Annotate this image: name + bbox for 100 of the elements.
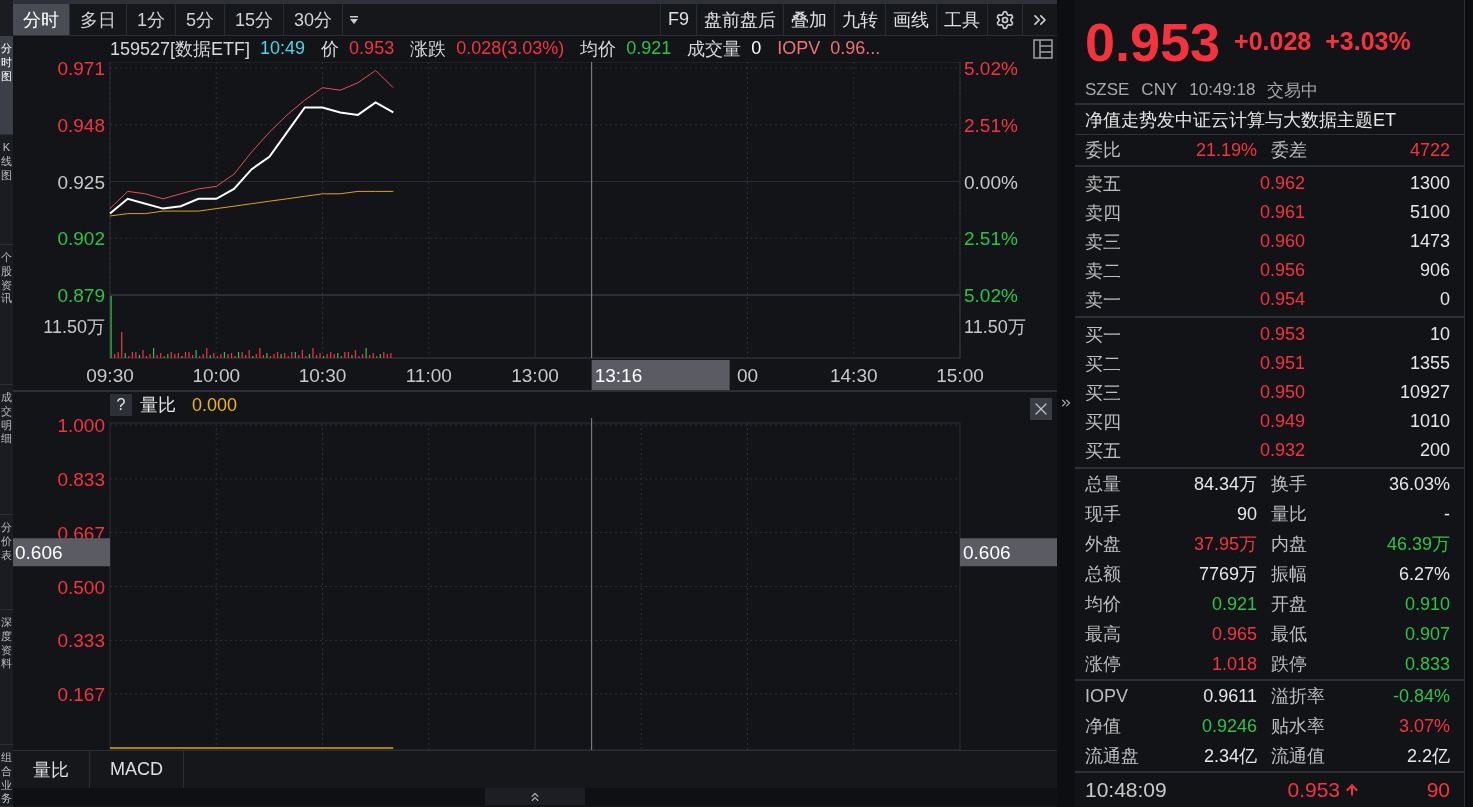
stat-value: 3.07% (1397, 715, 1450, 737)
info-label: 均价 (580, 37, 617, 61)
stat-value: 2.34亿 (1202, 745, 1257, 768)
order-volume: 1010 (1408, 411, 1450, 432)
order-label: 买五 (1084, 439, 1122, 463)
stat-value: 37.95万 (1192, 533, 1257, 556)
stat-label: 总额 (1084, 563, 1122, 586)
period-tab[interactable]: 多日 (70, 4, 127, 35)
layout-icon[interactable] (1033, 39, 1053, 59)
order-price: 0.953 (1258, 324, 1305, 345)
period-tab[interactable]: 1分 (127, 4, 176, 35)
stat-value: 0.907 (1403, 623, 1450, 645)
axis-label: 0.00% (964, 171, 1018, 193)
order-price: 0.954 (1258, 289, 1305, 310)
axis-label: 15:00 (936, 364, 984, 386)
stat-label: 外盘 (1084, 533, 1122, 556)
axis-label: 09:30 (86, 364, 134, 386)
last-price: 0.953 (1084, 10, 1221, 73)
order-volume: 0 (1439, 289, 1450, 310)
arrow-up-icon (1344, 782, 1360, 798)
info-value: 159527[数据ETF] (110, 37, 251, 61)
crosshair-value-label: 0.606 (960, 538, 1057, 567)
axis-label: 14:30 (830, 364, 878, 386)
stat-label: 涨停 (1084, 653, 1122, 676)
axis-label: 1.000 (57, 418, 105, 436)
order-label: 买四 (1084, 410, 1122, 434)
stat-value: 1.018 (1210, 653, 1257, 675)
period-tab[interactable]: 15分 (225, 4, 285, 35)
stat-value: 36.03% (1387, 473, 1450, 495)
order-price: 0.932 (1258, 440, 1305, 461)
order-label: 卖三 (1084, 230, 1122, 254)
stat-label: 内盘 (1269, 533, 1308, 556)
axis-label: 0.833 (57, 468, 105, 490)
toolbar-button[interactable]: 画线 (885, 4, 936, 35)
stat-label: 最低 (1269, 623, 1308, 646)
order-label: 卖一 (1084, 288, 1122, 312)
order-price: 0.950 (1258, 382, 1305, 403)
axis-label: 10:30 (298, 364, 347, 386)
toolbar-button[interactable]: F9 (660, 4, 696, 35)
stat-label: 最高 (1084, 623, 1122, 646)
period-tab[interactable]: 30分 (284, 4, 344, 35)
order-price: 0.951 (1258, 353, 1305, 374)
quote-meta: 交易中 (1267, 79, 1319, 102)
axis-label: 11.50万 (964, 316, 1026, 337)
toolbar-button[interactable]: 盘前盘后 (696, 4, 783, 35)
trade-volume: 90 (1425, 778, 1450, 802)
info-value: 0.96... (830, 38, 881, 60)
stat-value: 0.9611 (1202, 685, 1257, 707)
order-label: 买二 (1084, 352, 1122, 376)
period-tab[interactable]: 5分 (176, 4, 226, 35)
stat-value: 90 (1235, 503, 1257, 525)
order-volume: 10 (1429, 324, 1450, 345)
help-button[interactable]: ? (110, 394, 132, 416)
quote-meta: SZSE (1084, 80, 1130, 100)
stat-value: 4722 (1408, 139, 1450, 161)
info-label: IOPV (777, 38, 821, 60)
axis-label: 0.902 (57, 228, 105, 250)
stat-value: - (1443, 503, 1450, 525)
stat-value: 0.833 (1403, 653, 1450, 675)
stat-label: 总量 (1084, 473, 1122, 496)
stat-label: 均价 (1084, 593, 1122, 616)
info-value: 0.953 (349, 38, 395, 60)
order-volume: 1300 (1408, 173, 1450, 194)
info-label: 涨跌 (410, 37, 447, 61)
toolbar-button[interactable]: 工具 (936, 4, 987, 35)
indicator-title: 量比 (140, 394, 176, 417)
stat-label: IOPV (1084, 685, 1129, 707)
stat-label: 流通值 (1269, 745, 1326, 768)
order-price: 0.949 (1258, 411, 1305, 432)
indicator-value: 0.000 (192, 394, 238, 416)
stat-label: 开盘 (1269, 593, 1308, 616)
axis-label: 0.879 (57, 284, 105, 306)
axis-label: 2.51% (964, 114, 1018, 136)
stat-label: 委差 (1269, 139, 1308, 162)
period-tab[interactable]: 分时 (13, 4, 70, 35)
axis-label: 11:00 (405, 364, 452, 386)
axis-label: 2.51% (964, 228, 1018, 250)
stat-value: 84.34万 (1192, 473, 1257, 496)
order-label: 买一 (1084, 323, 1122, 347)
percent-change: +3.03% (1325, 27, 1411, 56)
stat-value: 7769万 (1197, 563, 1257, 586)
toolbar-button[interactable]: 九转 (834, 4, 885, 35)
order-volume: 906 (1418, 260, 1450, 281)
stat-value: 2.2亿 (1406, 745, 1450, 768)
crosshair-value-label: 0.606 (13, 538, 110, 567)
sidebar-tab[interactable]: 分时图 (0, 36, 13, 135)
trade-time: 10:48:09 (1084, 778, 1168, 802)
stat-label: 跌停 (1269, 653, 1308, 676)
stat-value: -0.84% (1391, 685, 1450, 707)
close-icon[interactable] (1030, 398, 1052, 420)
stat-value: 0.910 (1403, 593, 1450, 615)
toolbar-button[interactable]: 叠加 (783, 4, 834, 35)
order-volume: 1473 (1408, 231, 1450, 252)
axis-label: 5.02% (964, 284, 1018, 306)
order-price: 0.961 (1258, 202, 1305, 223)
order-label: 卖二 (1084, 259, 1122, 283)
crosshair-time-label: 13:16 (591, 359, 730, 390)
stat-value: 0.9246 (1200, 715, 1257, 737)
axis-label: 0.925 (57, 171, 105, 193)
stat-label: 振幅 (1269, 563, 1308, 586)
